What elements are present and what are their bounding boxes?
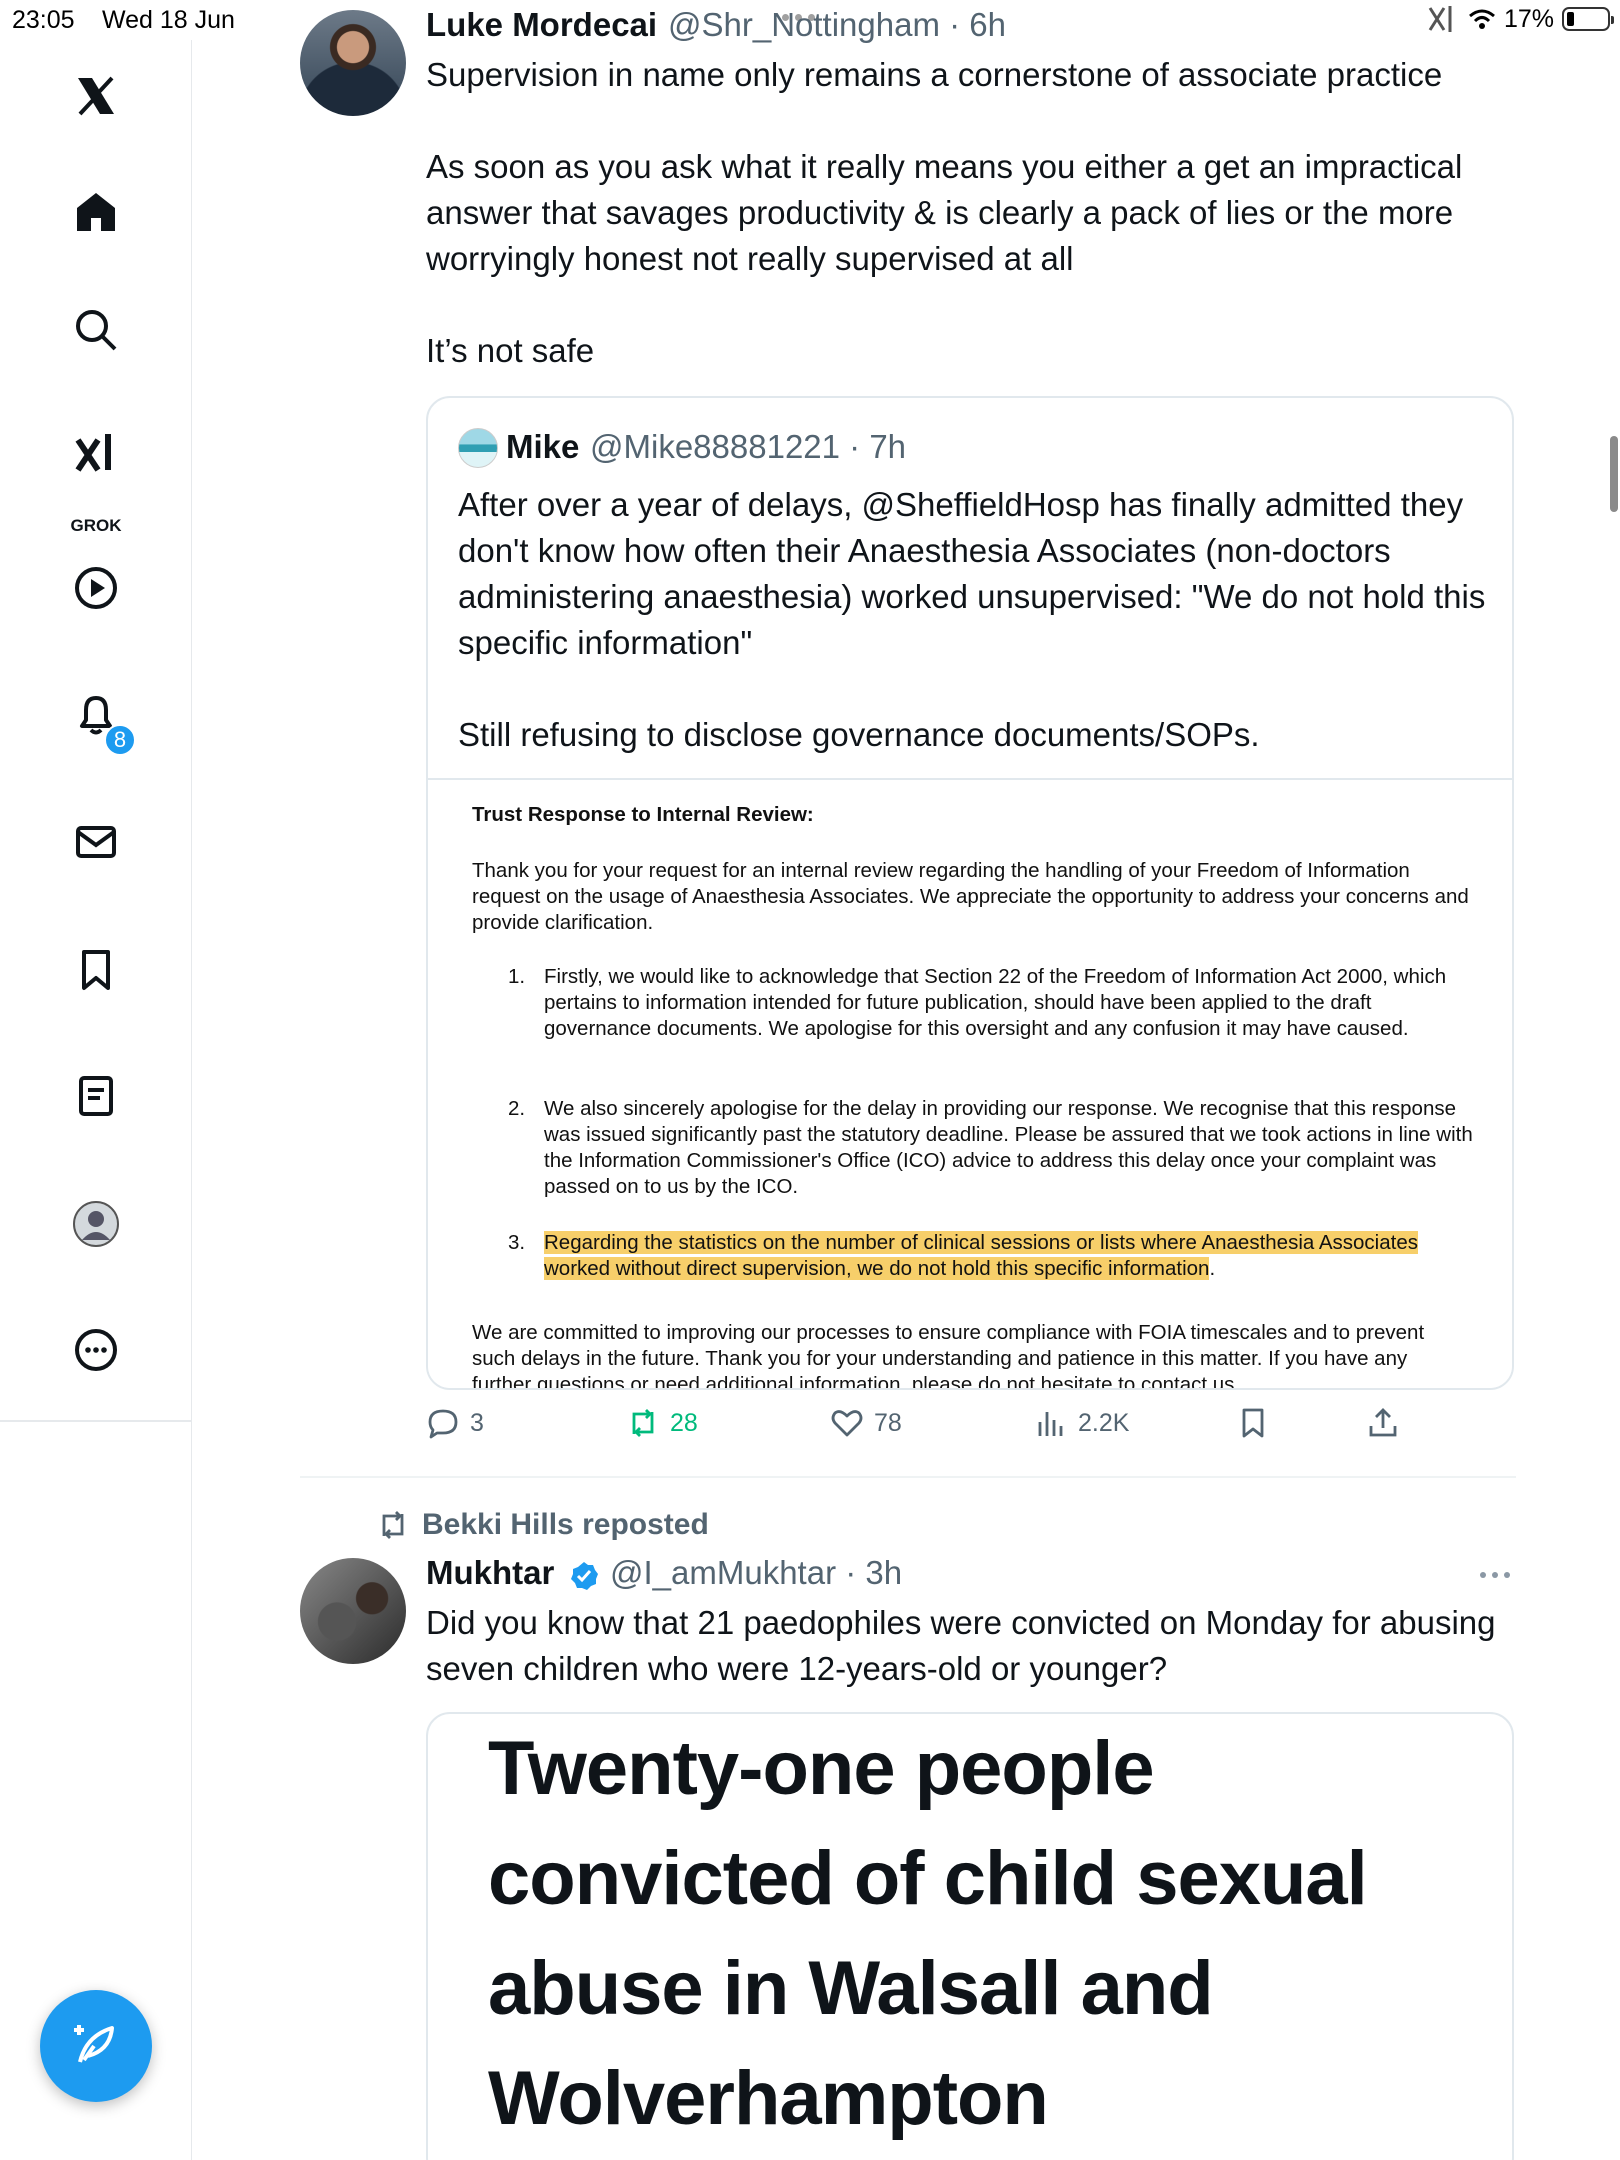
more-options-icon[interactable] xyxy=(1480,1572,1510,1578)
status-date: Wed 18 Jun xyxy=(102,6,235,34)
doc-item-number: 3. xyxy=(508,1231,526,1254)
status-time: 23:05 xyxy=(12,6,75,34)
notifications-badge: 8 xyxy=(104,724,136,756)
repost-label: Bekki Hills reposted xyxy=(422,1508,709,1541)
like-count: 78 xyxy=(874,1408,902,1437)
profile-avatar[interactable] xyxy=(66,1194,126,1254)
repost-count: 28 xyxy=(670,1408,698,1437)
quote-document-image[interactable]: Trust Response to Internal Review: Thank… xyxy=(428,778,1512,1390)
quote-avatar xyxy=(458,428,498,468)
highlighted-text: Regarding the statistics on the number o… xyxy=(544,1231,1418,1280)
sidebar: GROK 8 xyxy=(0,40,192,1420)
quote-author-handle: @Mike88881221 · 7h xyxy=(590,428,907,465)
battery-icon xyxy=(1562,7,1614,31)
quote-tweet-card[interactable]: Mike @Mike88881221 · 7h After over a yea… xyxy=(426,396,1514,1390)
image-headline: Twenty-one people convicted of child sex… xyxy=(488,1726,1368,2141)
avatar[interactable] xyxy=(300,10,406,116)
doc-title: Trust Response to Internal Review: xyxy=(472,803,814,826)
tweet-divider xyxy=(300,1476,1516,1478)
quote-text: After over a year of delays, @SheffieldH… xyxy=(458,486,1486,753)
repost-button[interactable]: 28 xyxy=(626,1406,698,1440)
analytics-icon xyxy=(1038,1412,1063,1436)
compose-button[interactable] xyxy=(40,1990,152,2102)
doc-item-number: 1. xyxy=(508,965,526,988)
bookmark-button[interactable] xyxy=(1236,1406,1270,1440)
grok-status-icon xyxy=(1428,6,1452,32)
like-button[interactable]: 78 xyxy=(830,1406,902,1440)
x-logo-icon[interactable] xyxy=(66,66,126,126)
home-icon[interactable] xyxy=(66,182,126,242)
author-name[interactable]: Luke Mordecai xyxy=(426,6,657,44)
doc-intro: Thank you for your request for an intern… xyxy=(472,859,1469,934)
doc-item: Firstly, we would like to acknowledge th… xyxy=(544,965,1447,1040)
scrollbar[interactable] xyxy=(1610,436,1618,512)
tweet-text: Did you know that 21 paedophiles were co… xyxy=(426,1604,1505,1687)
repost-icon xyxy=(382,1511,404,1539)
grok-icon[interactable] xyxy=(66,424,126,484)
doc-item-highlighted: Regarding the statistics on the number o… xyxy=(544,1230,1474,1282)
tweet-text: Supervision in name only remains a corne… xyxy=(426,56,1463,369)
wifi-icon xyxy=(1468,9,1495,29)
bookmark-icon[interactable] xyxy=(66,940,126,1000)
list-icon[interactable] xyxy=(66,1066,126,1126)
repost-icon xyxy=(632,1409,654,1437)
verified-badge-icon xyxy=(571,1562,598,1590)
video-icon[interactable] xyxy=(66,558,126,618)
repost-context[interactable]: Bekki Hills reposted xyxy=(376,1508,709,1542)
author-handle[interactable]: @Shr_Nottingham · 6h xyxy=(668,6,1006,44)
share-icon xyxy=(1369,1408,1397,1437)
doc-closing: We are committed to improving our proces… xyxy=(472,1321,1425,1390)
mail-icon[interactable] xyxy=(66,812,126,872)
author-handle[interactable]: @I_amMukhtar · 3h xyxy=(610,1554,902,1592)
quote-author-name: Mike xyxy=(506,428,580,465)
views-count: 2.2K xyxy=(1078,1408,1130,1437)
author-name[interactable]: Mukhtar xyxy=(426,1554,554,1592)
sidebar-divider xyxy=(0,1420,192,1422)
period: . xyxy=(1209,1257,1216,1280)
reply-count: 3 xyxy=(470,1408,484,1437)
status-indicators: 17% xyxy=(1426,4,1614,34)
tweet-actions: 3 28 78 2.2K xyxy=(426,1406,1426,1450)
share-button[interactable] xyxy=(1366,1406,1400,1440)
bookmark-icon xyxy=(1242,1408,1264,1438)
avatar[interactable] xyxy=(300,1558,406,1664)
heart-icon xyxy=(831,1410,863,1437)
battery-percent: 17% xyxy=(1503,4,1554,33)
more-icon[interactable] xyxy=(66,1320,126,1380)
compose-feather-icon xyxy=(74,2025,114,2063)
doc-item-number: 2. xyxy=(508,1097,526,1120)
views-button[interactable]: 2.2K xyxy=(1034,1406,1129,1440)
column-divider xyxy=(191,1420,192,2160)
search-icon[interactable] xyxy=(66,300,126,360)
tweet-image-card[interactable]: Twenty-one people convicted of child sex… xyxy=(426,1712,1514,2160)
reply-button[interactable]: 3 xyxy=(426,1406,484,1440)
grok-label: GROK xyxy=(70,516,122,535)
reply-icon xyxy=(428,1409,458,1439)
doc-item: We also sincerely apologise for the dela… xyxy=(544,1097,1473,1198)
